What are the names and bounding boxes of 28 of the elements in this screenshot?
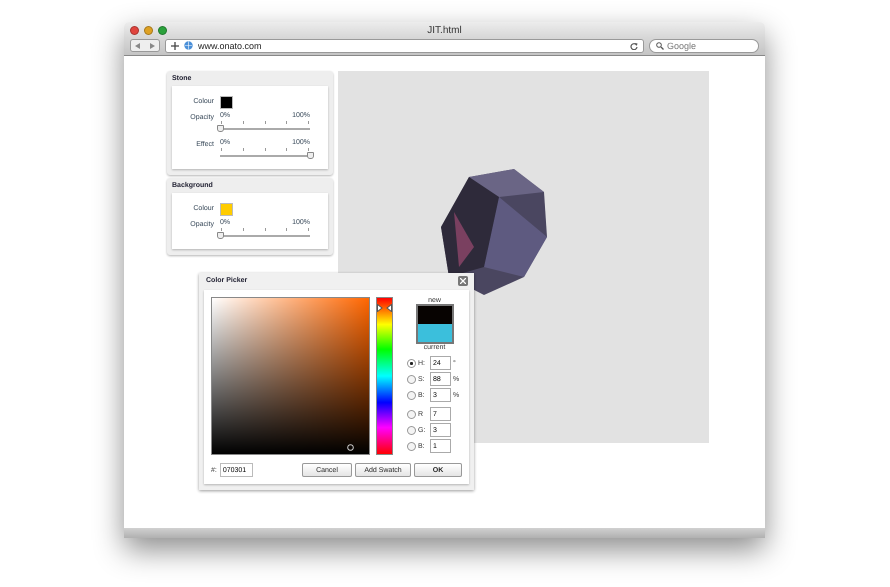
radio-button[interactable]	[407, 442, 416, 450]
colour-swatch[interactable]	[220, 96, 233, 109]
radio-button[interactable]	[407, 410, 416, 418]
saturation-brightness-field[interactable]	[211, 297, 370, 455]
close-icon[interactable]	[130, 26, 139, 34]
globe-icon	[184, 41, 193, 50]
reload-icon[interactable]	[630, 42, 638, 50]
minimize-icon[interactable]	[144, 26, 153, 34]
hue-bar[interactable]	[376, 297, 393, 455]
url-text: www.onato.com	[198, 40, 263, 50]
zoom-icon[interactable]	[158, 26, 167, 34]
search-icon	[656, 42, 664, 50]
window-title: JIT.html	[427, 24, 462, 36]
close-icon[interactable]	[458, 276, 468, 286]
picker-cursor-icon[interactable]	[347, 444, 354, 452]
plus-icon[interactable]	[171, 42, 179, 50]
slider-thumb[interactable]	[217, 125, 224, 132]
slider-thumb[interactable]	[217, 232, 224, 239]
colour-swatch[interactable]	[220, 203, 233, 216]
search-field[interactable]: Google	[649, 38, 759, 52]
radio-button[interactable]	[407, 358, 416, 368]
slider-thumb[interactable]	[307, 152, 314, 159]
address-bar[interactable]: www.onato.com	[165, 38, 644, 52]
hue-slider-handle[interactable]	[377, 304, 392, 312]
back-forward-buttons[interactable]	[130, 39, 160, 52]
radio-button[interactable]	[407, 390, 416, 400]
radio-button[interactable]	[407, 374, 416, 384]
radio-button[interactable]	[407, 426, 416, 434]
